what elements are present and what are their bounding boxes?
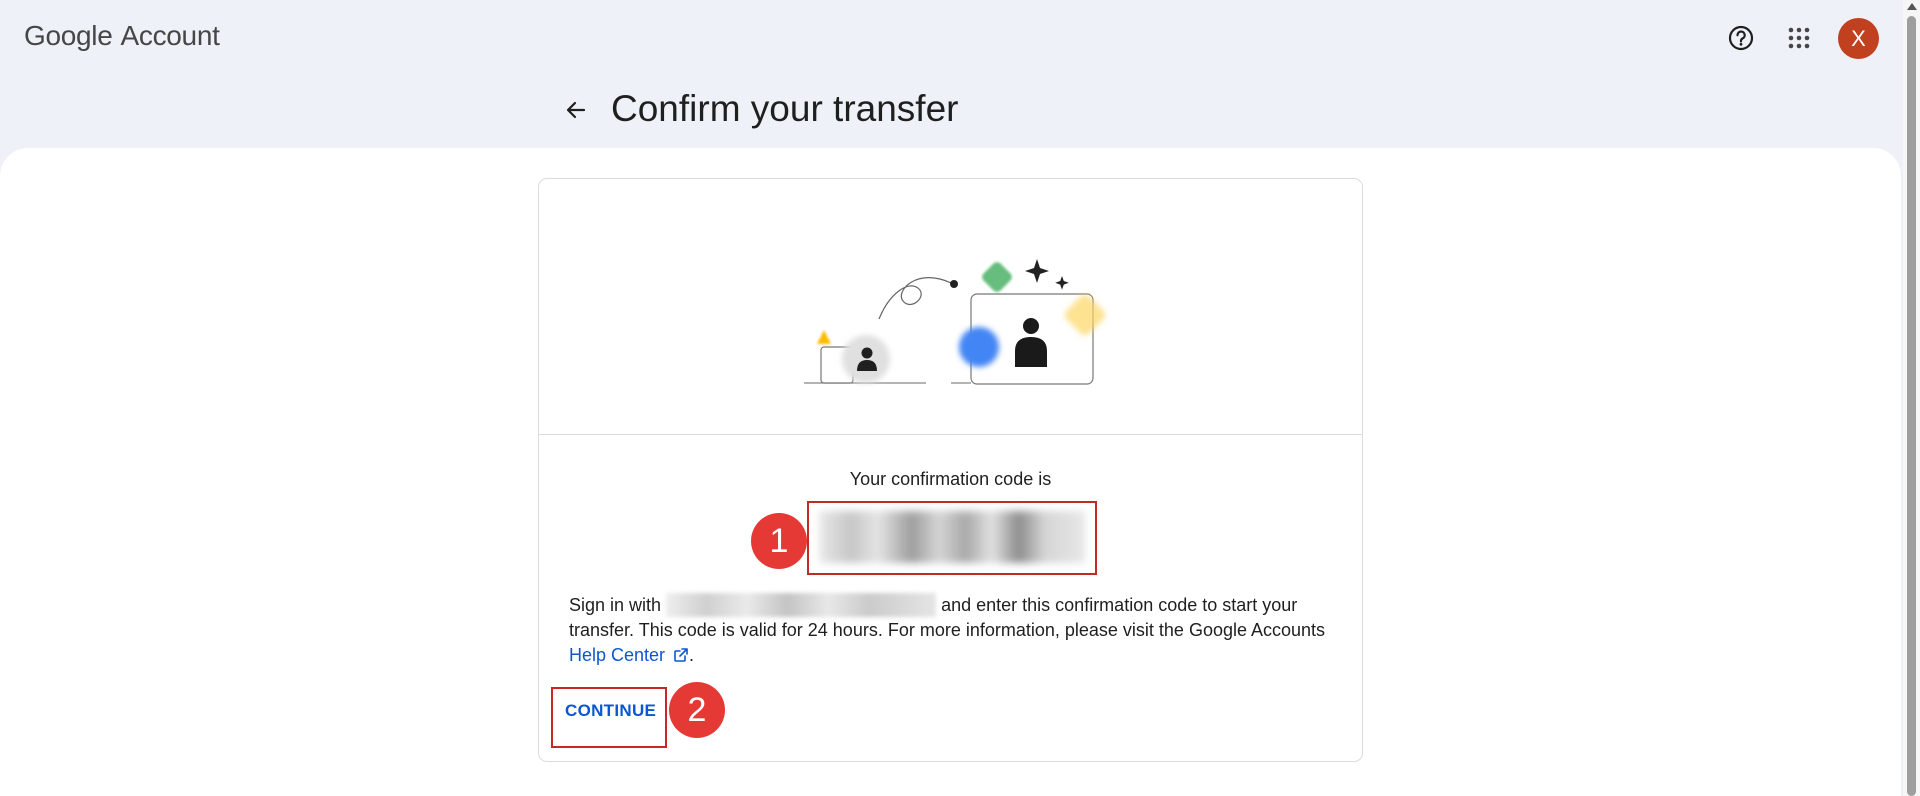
apps-grid-icon[interactable]	[1779, 18, 1819, 58]
external-link-icon[interactable]	[673, 645, 689, 670]
confirmation-code-label: Your confirmation code is	[849, 469, 1052, 489]
confirmation-code-highlight	[807, 501, 1097, 575]
page-title: Confirm your transfer	[611, 88, 959, 129]
continue-highlight: CONTINUE	[551, 687, 667, 748]
transfer-description: Sign in with and enter this confirmation…	[569, 593, 1339, 670]
scrollbar-thumb[interactable]	[1907, 16, 1916, 796]
top-bar: Google Account X	[0, 0, 1900, 78]
desc-end: .	[689, 645, 695, 665]
scroll-up-arrow-icon[interactable]	[1907, 3, 1917, 10]
google-account-logo[interactable]: Google Account	[24, 20, 220, 52]
continue-button[interactable]: CONTINUE	[565, 701, 656, 721]
confirmation-code-redacted	[819, 511, 1085, 563]
annotation-badge-1: 1	[751, 513, 807, 569]
transfer-illustration	[539, 179, 1362, 435]
illustration-graphic	[804, 259, 1106, 385]
email-redacted	[666, 593, 937, 617]
annotation-badge-2: 2	[669, 682, 725, 738]
help-center-link[interactable]: Help Center	[569, 645, 665, 665]
desc-before: Sign in with	[569, 595, 662, 615]
vertical-scrollbar[interactable]	[1903, 0, 1920, 796]
back-arrow-icon[interactable]	[558, 92, 594, 128]
brand-google: Google	[24, 20, 113, 51]
help-icon[interactable]	[1721, 18, 1761, 58]
avatar[interactable]: X	[1838, 18, 1879, 59]
brand-account: Account	[120, 20, 220, 51]
transfer-card: Your confirmation code is 1 Sign in with…	[538, 178, 1363, 762]
